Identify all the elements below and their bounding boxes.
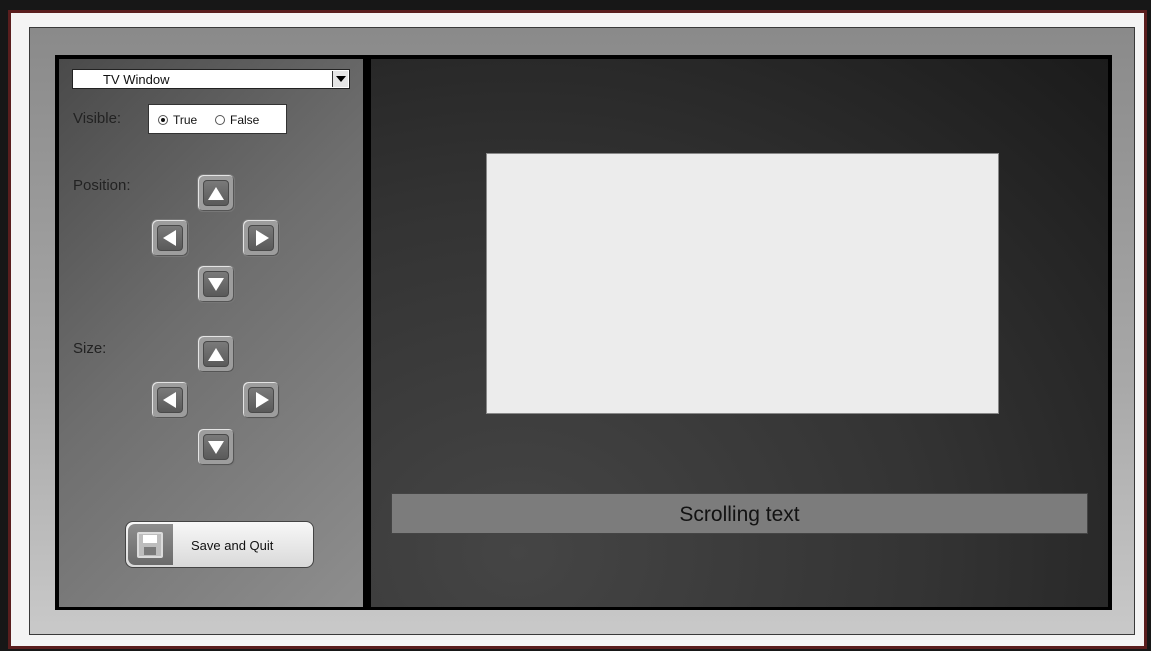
scrolling-text-bar[interactable]: Scrolling text <box>391 493 1088 534</box>
arrow-left-icon <box>163 230 176 246</box>
size-up-button[interactable] <box>197 335 235 373</box>
position-left-button[interactable] <box>151 219 189 257</box>
window-select-value: TV Window <box>103 72 170 87</box>
size-label: Size: <box>73 340 107 357</box>
arrow-left-icon <box>163 392 176 408</box>
radio-true-label[interactable]: True <box>173 113 197 127</box>
scrolling-text: Scrolling text <box>679 503 800 526</box>
radio-false-label[interactable]: False <box>230 113 259 127</box>
save-and-quit-label: Save and Quit <box>191 538 274 553</box>
visible-radio-group: True False <box>148 104 287 134</box>
radio-false[interactable] <box>215 115 225 125</box>
save-and-quit-button[interactable]: Save and Quit <box>125 521 314 568</box>
chevron-down-icon[interactable] <box>332 71 348 87</box>
arrow-right-icon <box>256 392 269 408</box>
save-icon-container <box>128 524 173 565</box>
arrow-up-icon <box>208 187 224 200</box>
size-down-button[interactable] <box>197 428 235 466</box>
size-right-button[interactable] <box>242 381 280 419</box>
position-right-button[interactable] <box>242 219 280 257</box>
size-left-button[interactable] <box>151 381 189 419</box>
tv-window-preview[interactable] <box>486 153 999 414</box>
window-select[interactable]: TV Window <box>72 69 350 89</box>
arrow-down-icon <box>208 441 224 454</box>
radio-true[interactable] <box>158 115 168 125</box>
floppy-disk-icon <box>137 532 163 558</box>
position-label: Position: <box>73 177 131 194</box>
arrow-down-icon <box>208 278 224 291</box>
arrow-up-icon <box>208 348 224 361</box>
position-up-button[interactable] <box>197 174 235 212</box>
arrow-right-icon <box>256 230 269 246</box>
position-down-button[interactable] <box>197 265 235 303</box>
visible-label: Visible: <box>73 110 122 127</box>
